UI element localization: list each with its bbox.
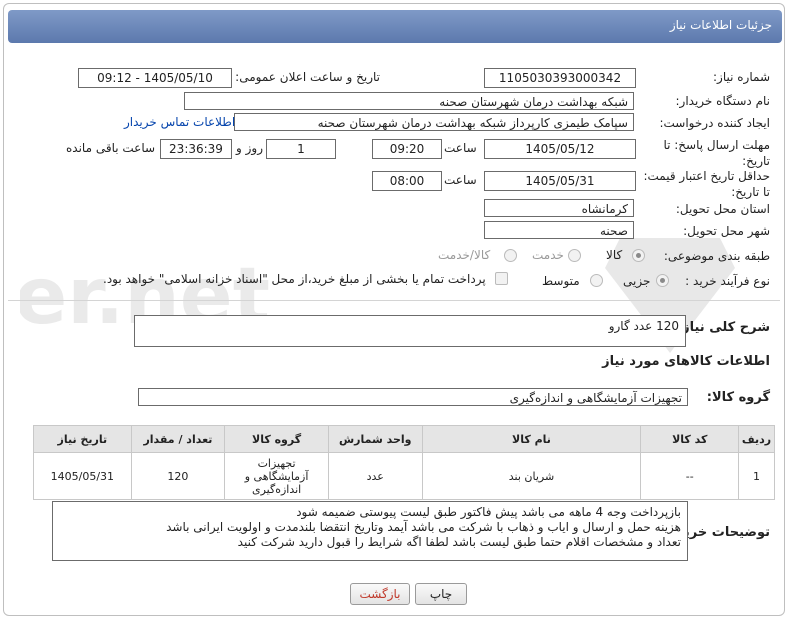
requester-label: ایجاد کننده درخواست: xyxy=(659,116,770,130)
remaining-time-label: ساعت باقی مانده xyxy=(66,141,156,155)
table-header-row: ردیف کد کالا نام کالا واحد شمارش گروه کا… xyxy=(33,425,775,453)
back-button[interactable]: بازگشت xyxy=(350,583,410,605)
validity-date-field: 1405/05/31 xyxy=(484,171,636,191)
table-row: 1 -- شریان بند عدد تجهیزات آزمایشگاهی و … xyxy=(33,452,775,500)
col-date: تاریخ نیاز xyxy=(33,425,132,453)
reply-date-field: 1405/05/12 xyxy=(484,139,636,159)
validity-time-field: 08:00 xyxy=(372,171,442,191)
category-both-radio[interactable] xyxy=(504,249,517,262)
treasury-payment-note: پرداخت تمام یا بخشی از مبلغ خرید،از محل … xyxy=(103,272,486,286)
col-name: نام کالا xyxy=(421,425,642,453)
process-medium-radio[interactable] xyxy=(590,274,603,287)
cell-name: شریان بند xyxy=(421,452,642,500)
reply-time-field: 09:20 xyxy=(372,139,442,159)
buyer-note-line: بازپرداخت وجه 4 ماهه می باشد پیش فاکتور … xyxy=(296,505,681,519)
announce-field: 1405/05/10 - 09:12 xyxy=(78,68,232,88)
reply-time-label: ساعت xyxy=(444,141,477,155)
buyer-note-line: تعداد و مشخصات اقلام حتما طبق لیست باشد … xyxy=(237,535,681,549)
col-unit: واحد شمارش xyxy=(327,425,423,453)
buyer-org-label: نام دستگاه خریدار: xyxy=(675,94,771,108)
col-code: کد کالا xyxy=(640,425,740,453)
cell-code: -- xyxy=(640,452,740,500)
process-medium-label: متوسط xyxy=(542,274,580,288)
process-label: نوع فرآیند خرید : xyxy=(685,274,770,288)
panel-header: جزئیات اطلاعات نیاز xyxy=(8,10,782,43)
category-service-radio[interactable] xyxy=(568,249,581,262)
buyer-notes-textarea[interactable]: بازپرداخت وجه 4 ماهه می باشد پیش فاکتور … xyxy=(52,501,688,561)
category-goods-label: کالا xyxy=(606,248,623,262)
remaining-time-field: 23:36:39 xyxy=(160,139,232,159)
province-label: استان محل تحویل: xyxy=(675,202,770,216)
city-label: شهر محل تحویل: xyxy=(683,224,770,238)
category-service-label: خدمت xyxy=(532,248,564,262)
category-label: طبقه بندی موضوعی: xyxy=(663,249,770,263)
cell-date: 1405/05/31 xyxy=(33,452,132,500)
days-remaining-field: 1 xyxy=(266,139,336,159)
goods-table: ردیف کد کالا نام کالا واحد شمارش گروه کا… xyxy=(33,425,775,500)
col-index: ردیف xyxy=(738,425,775,453)
process-minor-label: جزیی xyxy=(623,274,651,288)
requester-field: سپامک طیمزی کارپرداز شبکه بهداشت درمان ش… xyxy=(234,113,634,131)
print-button[interactable]: چاپ xyxy=(415,583,467,605)
validity-time-label: ساعت xyxy=(444,173,477,187)
treasury-payment-checkbox[interactable] xyxy=(495,272,508,285)
divider xyxy=(8,300,780,301)
need-number-label: شماره نیاز: xyxy=(713,70,770,84)
category-both-label: کالا/خدمت xyxy=(438,248,491,262)
col-group: گروه کالا xyxy=(224,425,329,453)
description-label: شرح کلی نیاز: xyxy=(676,320,770,335)
goods-group-field: تجهیزات آزمایشگاهی و اندازه‌گیری xyxy=(138,388,688,406)
days-label: روز و xyxy=(236,141,263,155)
category-goods-radio[interactable] xyxy=(632,249,645,262)
goods-group-label: گروه کالا: xyxy=(706,390,770,405)
buyer-note-line: هزینه حمل و ارسال و ایاب و ذهاب با شرکت … xyxy=(166,520,681,534)
goods-section-title: اطلاعات کالاهای مورد نیاز xyxy=(602,354,770,369)
buyer-org-field: شبکه بهداشت درمان شهرستان صحنه xyxy=(184,92,634,110)
page-title: جزئیات اطلاعات نیاز xyxy=(669,18,772,32)
announce-label: تاریخ و ساعت اعلان عمومی: xyxy=(235,70,380,84)
cell-unit: عدد xyxy=(327,452,423,500)
col-qty: تعداد / مقدار xyxy=(130,425,226,453)
buyer-contact-link[interactable]: اطلاعات تماس خریدار xyxy=(124,115,235,129)
reply-deadline-label: مهلت ارسال پاسخ: تا تاریخ: xyxy=(663,138,770,168)
process-minor-radio[interactable] xyxy=(656,274,669,287)
province-field: کرمانشاه xyxy=(484,199,634,217)
need-number-field: 1105030393000342 xyxy=(484,68,636,88)
cell-qty: 120 xyxy=(130,452,226,500)
cell-group: تجهیزات آزمایشگاهی و اندازه‌گیری xyxy=(224,452,329,500)
cell-index: 1 xyxy=(738,452,775,500)
need-details-page: جزئیات اطلاعات نیاز AriaTender.net شماره… xyxy=(0,0,788,619)
description-textarea[interactable]: 120 عدد گارو xyxy=(134,315,686,347)
city-field: صحنه xyxy=(484,221,634,239)
price-validity-label: حداقل تاریخ اعتبار قیمت: تا تاریخ: xyxy=(643,169,770,199)
